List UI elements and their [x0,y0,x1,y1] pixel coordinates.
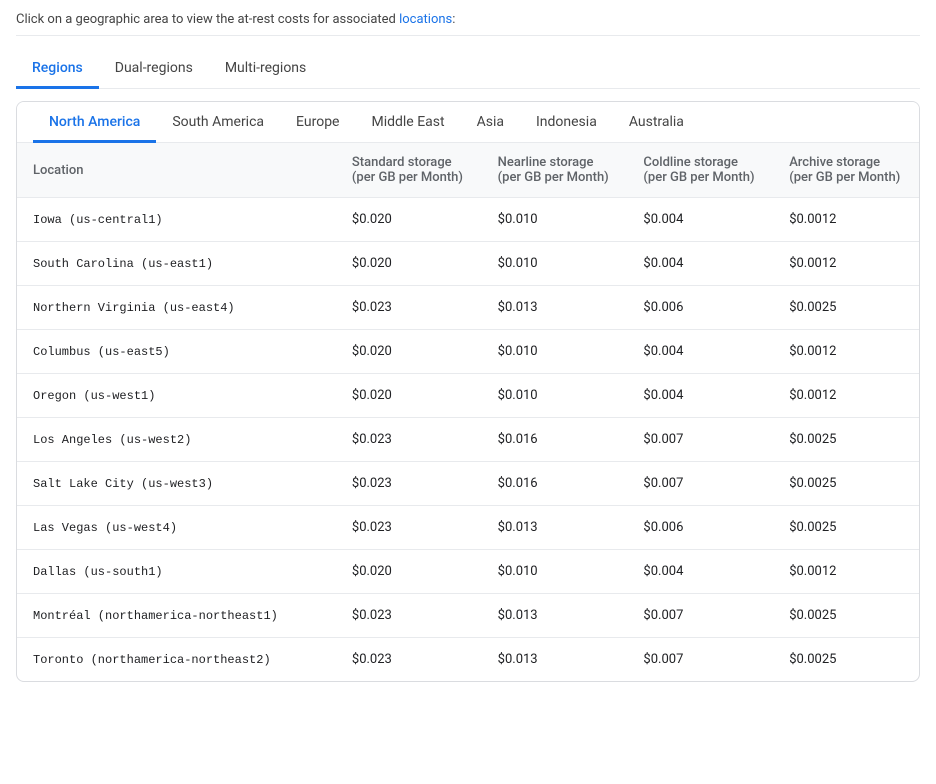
cell-coldline: $0.004 [627,374,773,418]
cell-coldline: $0.004 [627,550,773,594]
geo-tab-australia[interactable]: Australia [613,102,700,143]
cell-archive: $0.0025 [773,286,919,330]
table-row: Montréal (northamerica-northeast1)$0.023… [17,594,919,638]
instruction-bar: Click on a geographic area to view the a… [16,12,920,36]
col-standard: Standard storage(per GB per Month) [336,143,482,198]
cell-archive: $0.0025 [773,418,919,462]
cell-archive: $0.0012 [773,374,919,418]
cell-archive: $0.0012 [773,198,919,242]
cell-nearline: $0.010 [482,198,628,242]
cell-coldline: $0.007 [627,638,773,682]
geo-tab-middle-east[interactable]: Middle East [355,102,460,143]
cell-standard: $0.023 [336,638,482,682]
col-archive: Archive storage(per GB per Month) [773,143,919,198]
cell-standard: $0.023 [336,462,482,506]
cell-archive: $0.0012 [773,550,919,594]
cell-nearline: $0.013 [482,506,628,550]
cell-location: Las Vegas (us-west4) [17,506,336,550]
cell-location: Dallas (us-south1) [17,550,336,594]
cell-archive: $0.0025 [773,506,919,550]
cell-archive: $0.0012 [773,242,919,286]
cell-nearline: $0.010 [482,242,628,286]
cell-nearline: $0.010 [482,374,628,418]
cell-archive: $0.0025 [773,462,919,506]
content-card: North America South America Europe Middl… [16,101,920,682]
cell-archive: $0.0012 [773,330,919,374]
cell-standard: $0.023 [336,506,482,550]
cell-coldline: $0.004 [627,242,773,286]
cell-standard: $0.020 [336,550,482,594]
table-row: South Carolina (us-east1)$0.020$0.010$0.… [17,242,919,286]
cell-coldline: $0.006 [627,286,773,330]
cell-coldline: $0.007 [627,462,773,506]
table-row: Las Vegas (us-west4)$0.023$0.013$0.006$0… [17,506,919,550]
cell-standard: $0.023 [336,418,482,462]
table-row: Dallas (us-south1)$0.020$0.010$0.004$0.0… [17,550,919,594]
cell-nearline: $0.016 [482,418,628,462]
cell-standard: $0.023 [336,286,482,330]
cell-standard: $0.020 [336,242,482,286]
cell-standard: $0.020 [336,374,482,418]
table-row: Salt Lake City (us-west3)$0.023$0.016$0.… [17,462,919,506]
tab-regions[interactable]: Regions [16,52,99,89]
instruction-text: Click on a geographic area to view the a… [16,12,399,27]
col-nearline: Nearline storage(per GB per Month) [482,143,628,198]
cell-location: Northern Virginia (us-east4) [17,286,336,330]
table-body: Iowa (us-central1)$0.020$0.010$0.004$0.0… [17,198,919,682]
geo-tab-north-america[interactable]: North America [33,102,156,143]
tab-multi-regions[interactable]: Multi-regions [209,52,322,89]
cell-nearline: $0.013 [482,594,628,638]
cell-location: Iowa (us-central1) [17,198,336,242]
tab-dual-regions[interactable]: Dual-regions [99,52,209,89]
cell-location: Los Angeles (us-west2) [17,418,336,462]
cell-standard: $0.020 [336,330,482,374]
cell-coldline: $0.007 [627,418,773,462]
cell-coldline: $0.007 [627,594,773,638]
cell-location: Columbus (us-east5) [17,330,336,374]
cell-location: Toronto (northamerica-northeast2) [17,638,336,682]
table-row: Oregon (us-west1)$0.020$0.010$0.004$0.00… [17,374,919,418]
pricing-table: Location Standard storage(per GB per Mon… [17,143,919,681]
table-row: Los Angeles (us-west2)$0.023$0.016$0.007… [17,418,919,462]
cell-coldline: $0.004 [627,330,773,374]
cell-location: Salt Lake City (us-west3) [17,462,336,506]
table-row: Iowa (us-central1)$0.020$0.010$0.004$0.0… [17,198,919,242]
cell-archive: $0.0025 [773,594,919,638]
geo-tab-asia[interactable]: Asia [461,102,520,143]
cell-nearline: $0.013 [482,638,628,682]
cell-coldline: $0.004 [627,198,773,242]
geo-tabs: North America South America Europe Middl… [17,102,919,143]
page-container: Click on a geographic area to view the a… [0,0,936,694]
cell-standard: $0.020 [336,198,482,242]
cell-location: Oregon (us-west1) [17,374,336,418]
cell-location: South Carolina (us-east1) [17,242,336,286]
cell-coldline: $0.006 [627,506,773,550]
cell-location: Montréal (northamerica-northeast1) [17,594,336,638]
col-coldline: Coldline storage(per GB per Month) [627,143,773,198]
cell-archive: $0.0025 [773,638,919,682]
cell-standard: $0.023 [336,594,482,638]
cell-nearline: $0.010 [482,550,628,594]
table-row: Toronto (northamerica-northeast2)$0.023$… [17,638,919,682]
locations-link[interactable]: locations [399,12,452,27]
table-row: Columbus (us-east5)$0.020$0.010$0.004$0.… [17,330,919,374]
table-header: Location Standard storage(per GB per Mon… [17,143,919,198]
cell-nearline: $0.016 [482,462,628,506]
table-row: Northern Virginia (us-east4)$0.023$0.013… [17,286,919,330]
top-tabs: Regions Dual-regions Multi-regions [16,52,920,89]
cell-nearline: $0.013 [482,286,628,330]
cell-nearline: $0.010 [482,330,628,374]
geo-tab-europe[interactable]: Europe [280,102,355,143]
geo-tab-south-america[interactable]: South America [156,102,280,143]
col-location: Location [17,143,336,198]
geo-tab-indonesia[interactable]: Indonesia [520,102,613,143]
